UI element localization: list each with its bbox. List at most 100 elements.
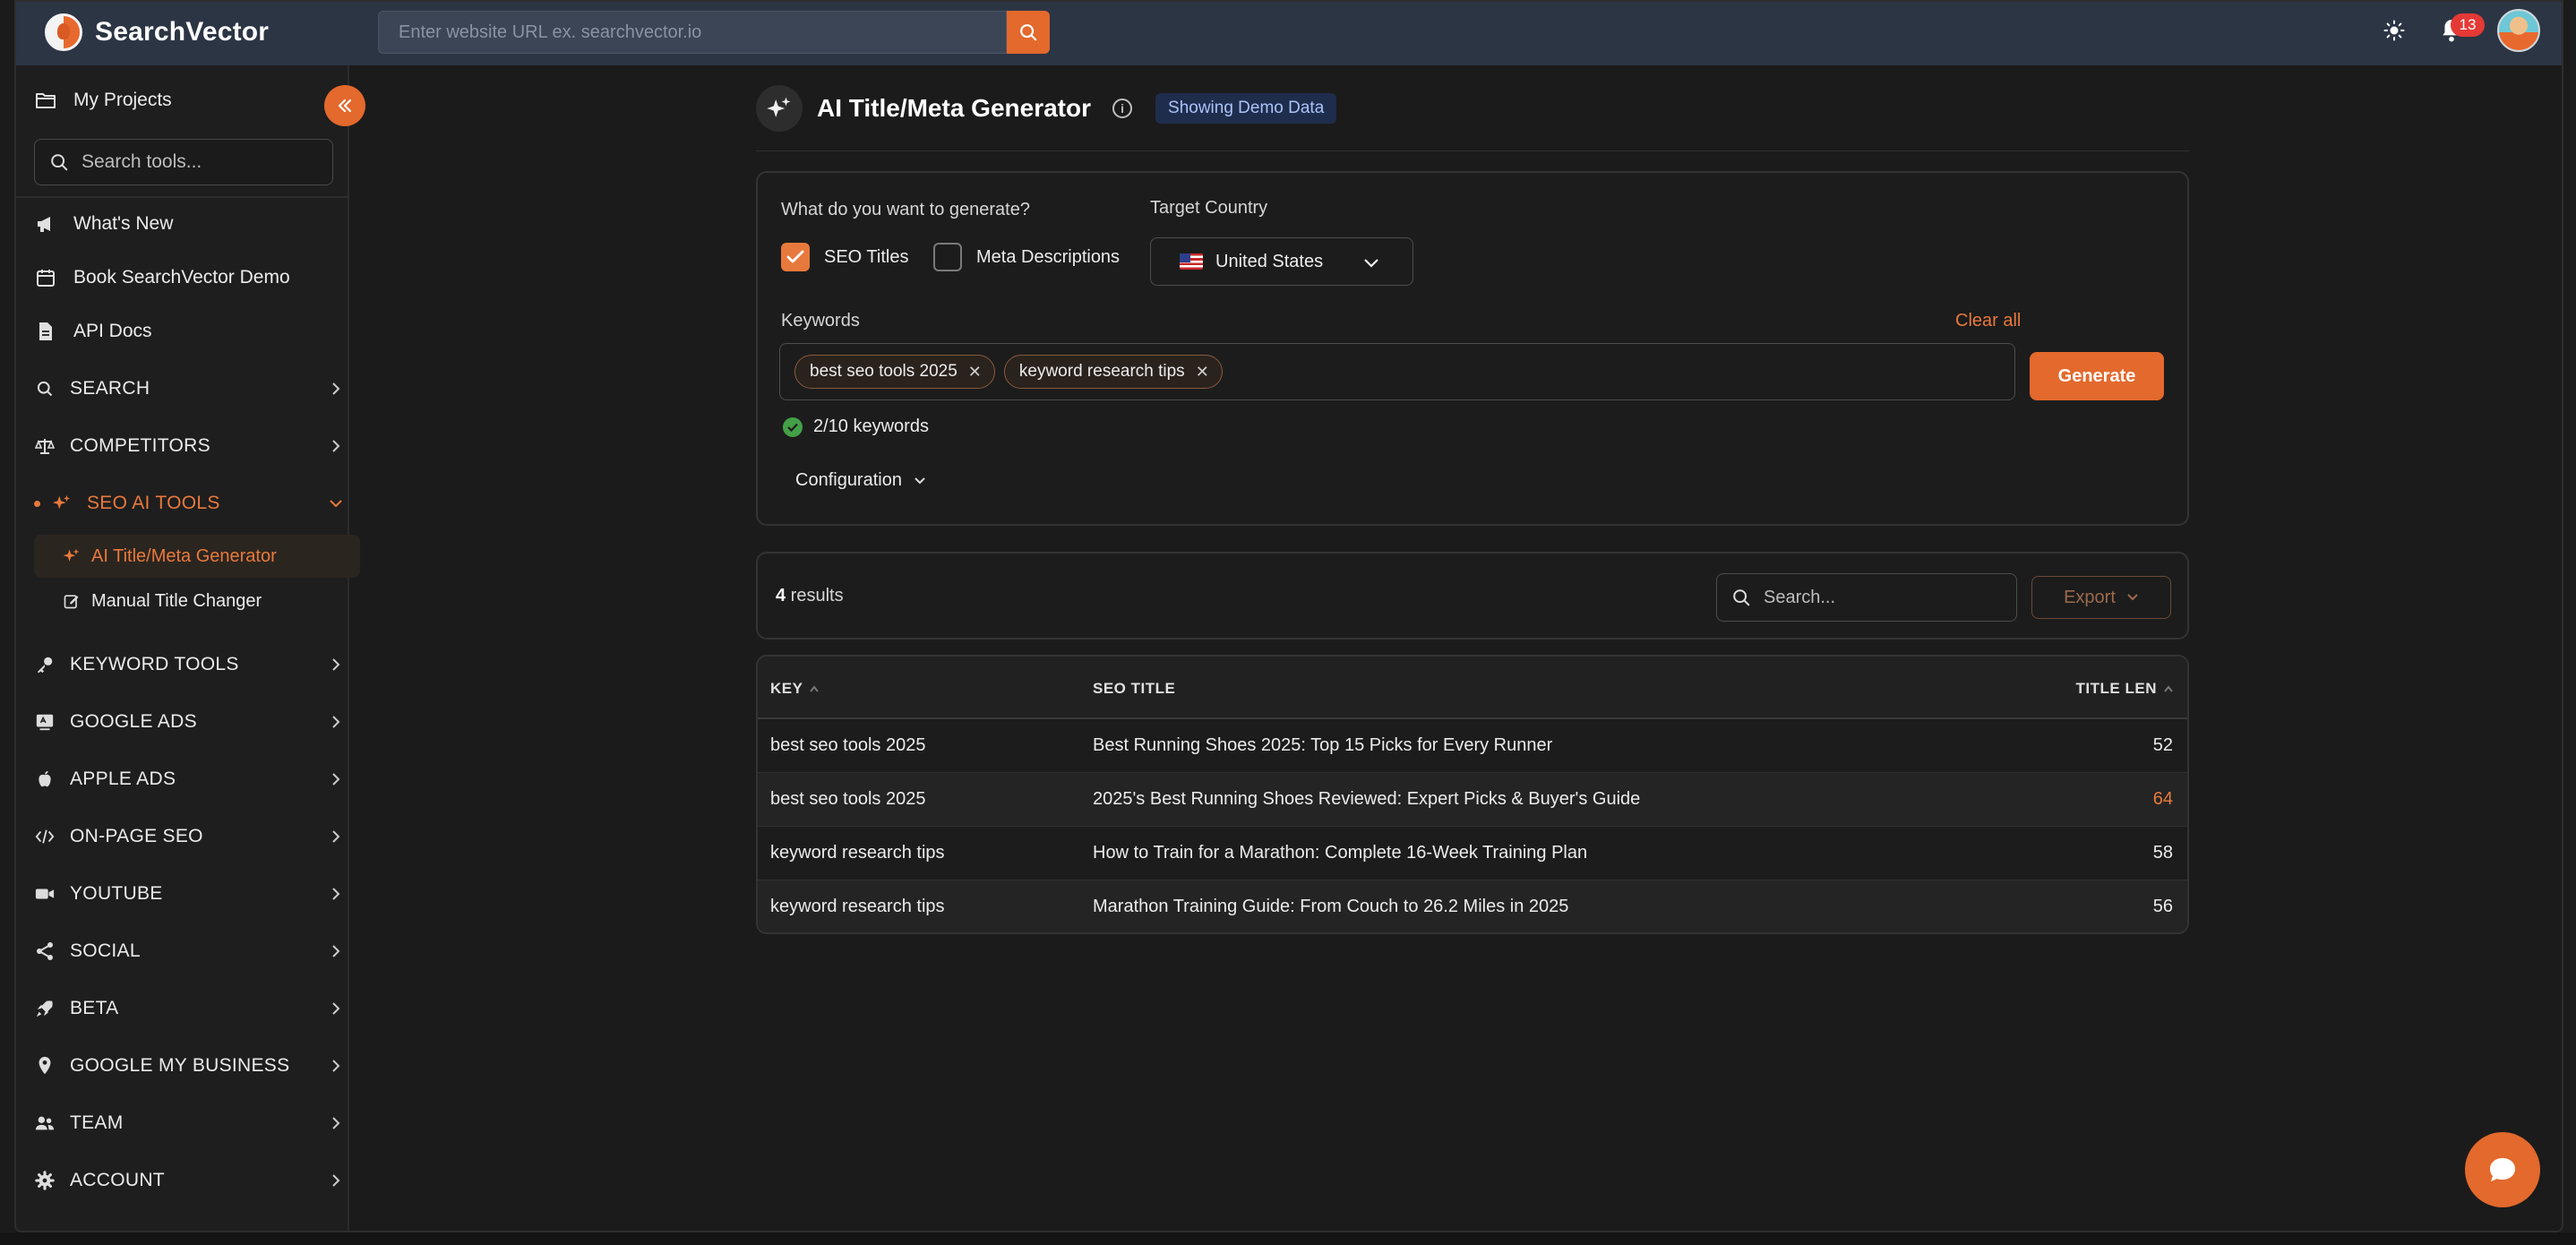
column-header-seo-title[interactable]: SEO TITLE — [1093, 680, 1175, 698]
sidebar-item-ai-title-meta-generator[interactable]: AI Title/Meta Generator — [34, 535, 360, 578]
sort-up-icon — [810, 685, 820, 692]
sidebar-section-apple-ads[interactable]: APPLE ADS — [34, 768, 343, 790]
my-projects-link[interactable]: My Projects — [34, 89, 172, 112]
sidebar-section-label: KEYWORD TOOLS — [70, 654, 239, 674]
chevron-right-icon — [332, 1060, 340, 1072]
column-header-label: KEY — [770, 680, 803, 697]
sidebar-item-label: Manual Title Changer — [91, 590, 262, 611]
sidebar-section-google-ads[interactable]: GOOGLE ADS — [34, 711, 343, 733]
clear-all-link[interactable]: Clear all — [1955, 311, 2021, 331]
tool-search — [34, 139, 333, 185]
generate-button[interactable]: Generate — [2030, 352, 2164, 400]
configuration-toggle[interactable]: Configuration — [795, 470, 927, 491]
keyword-count: 2/10 keywords — [783, 416, 929, 437]
info-icon[interactable]: i — [1112, 99, 1133, 118]
sidebar-section-label: BETA — [70, 998, 119, 1018]
key-icon — [34, 654, 56, 675]
column-header-title-len[interactable]: TITLE LEN — [2076, 680, 2175, 698]
sidebar-section-keyword-tools[interactable]: KEYWORD TOOLS — [34, 654, 343, 675]
folder-icon — [34, 89, 57, 112]
export-button[interactable]: Export — [2031, 576, 2171, 619]
window-bottom-edge — [0, 1232, 2576, 1245]
active-dot — [34, 500, 40, 507]
results-search — [1716, 573, 2017, 622]
chevron-right-icon — [332, 1174, 340, 1187]
ad-icon — [34, 711, 56, 733]
keywords-input[interactable]: best seo tools 2025 ✕ keyword research t… — [779, 343, 2015, 400]
sidebar-section-label: SEARCH — [70, 378, 150, 399]
sidebar-link-api-docs[interactable]: API Docs — [34, 320, 152, 343]
check-circle-icon — [783, 416, 803, 437]
sidebar-section-youtube[interactable]: YOUTUBE — [34, 883, 343, 905]
top-right-actions: 13 — [2383, 9, 2540, 52]
page-title: AI Title/Meta Generator — [817, 94, 1092, 122]
calendar-icon — [34, 266, 57, 289]
meta-descriptions-checkbox[interactable] — [933, 243, 962, 271]
header-divider — [756, 150, 2189, 151]
share-icon — [34, 940, 56, 962]
sparkles-icon — [51, 493, 73, 514]
target-country-label: Target Country — [1150, 198, 1268, 218]
sidebar-section-competitors[interactable]: COMPETITORS — [34, 435, 343, 457]
sidebar-section-account[interactable]: ACCOUNT — [34, 1170, 343, 1191]
table-row[interactable]: best seo tools 2025 Best Running Shoes 2… — [758, 719, 2187, 773]
checkmark-icon — [786, 250, 804, 263]
document-icon — [34, 320, 57, 343]
remove-keyword-close-icon[interactable]: ✕ — [968, 363, 982, 382]
seo-titles-checkbox[interactable] — [781, 243, 810, 271]
sidebar-section-beta[interactable]: BETA — [34, 998, 343, 1019]
results-count-suffix: results — [786, 586, 844, 605]
chevron-right-icon — [332, 658, 340, 671]
sidebar-section-social[interactable]: SOCIAL — [34, 940, 343, 962]
target-country-select[interactable]: United States — [1150, 237, 1413, 286]
rocket-icon — [34, 998, 56, 1019]
chevron-right-icon — [332, 716, 340, 728]
user-avatar[interactable] — [2497, 9, 2540, 52]
sidebar-section-label: GOOGLE MY BUSINESS — [70, 1055, 290, 1076]
chevron-down-icon — [914, 477, 925, 484]
collapse-sidebar-button[interactable] — [324, 85, 365, 126]
sidebar-link-book-demo[interactable]: Book SearchVector Demo — [34, 266, 290, 289]
edit-icon — [64, 595, 79, 609]
notifications-button[interactable]: 13 — [2436, 13, 2485, 46]
sidebar-section-on-page-seo[interactable]: ON-PAGE SEO — [34, 826, 343, 847]
cell-seo-title: 2025's Best Running Shoes Reviewed: Expe… — [1093, 789, 1641, 809]
scales-icon — [34, 435, 56, 457]
sidebar-item-manual-title-changer[interactable]: Manual Title Changer — [34, 580, 360, 622]
chat-support-button[interactable] — [2465, 1132, 2540, 1207]
gear-icon — [34, 1170, 56, 1191]
sidebar-section-seo-ai-tools[interactable]: SEO AI TOOLS — [34, 493, 343, 514]
theme-toggle-sun-icon[interactable] — [2383, 19, 2406, 42]
chevron-right-icon — [332, 830, 340, 843]
sidebar-link-label: Book SearchVector Demo — [73, 267, 290, 288]
brand[interactable]: SearchVector — [45, 13, 269, 51]
remove-keyword-close-icon[interactable]: ✕ — [1196, 363, 1209, 382]
tool-search-input[interactable] — [82, 151, 314, 173]
cell-key: best seo tools 2025 — [770, 789, 926, 809]
column-header-key[interactable]: KEY — [770, 680, 820, 698]
sidebar-section-team[interactable]: TEAM — [34, 1112, 343, 1134]
column-header-label: TITLE LEN — [2075, 680, 2157, 697]
sidebar-link-whats-new[interactable]: What's New — [34, 212, 173, 236]
chevron-right-icon — [332, 1117, 340, 1129]
website-url-input[interactable] — [399, 21, 1006, 43]
sidebar-section-google-my-business[interactable]: GOOGLE MY BUSINESS — [34, 1055, 343, 1077]
sidebar-item-label: AI Title/Meta Generator — [91, 545, 277, 566]
results-search-input[interactable] — [1764, 587, 1996, 608]
table-row[interactable]: keyword research tips How to Train for a… — [758, 827, 2187, 880]
main-content: AI Title/Meta Generator i Showing Demo D… — [351, 65, 2562, 1231]
table-row[interactable]: best seo tools 2025 2025's Best Running … — [758, 773, 2187, 827]
results-toolbar: 4 results Export — [756, 552, 2189, 640]
column-header-label: SEO TITLE — [1093, 680, 1176, 697]
chevron-down-icon — [2127, 594, 2138, 601]
results-count: 4 results — [776, 586, 844, 606]
table-row[interactable]: keyword research tips Marathon Training … — [758, 880, 2187, 932]
top-bar: SearchVector 13 — [16, 2, 2562, 65]
country-value: United States — [1215, 251, 1324, 271]
cell-title-len: 64 — [2152, 789, 2173, 809]
chevron-right-icon — [332, 382, 340, 395]
sidebar-section-search[interactable]: SEARCH — [34, 378, 343, 399]
cell-seo-title: Marathon Training Guide: From Couch to 2… — [1093, 897, 1569, 916]
my-projects-label: My Projects — [73, 90, 172, 110]
url-search-button[interactable] — [1007, 11, 1050, 54]
